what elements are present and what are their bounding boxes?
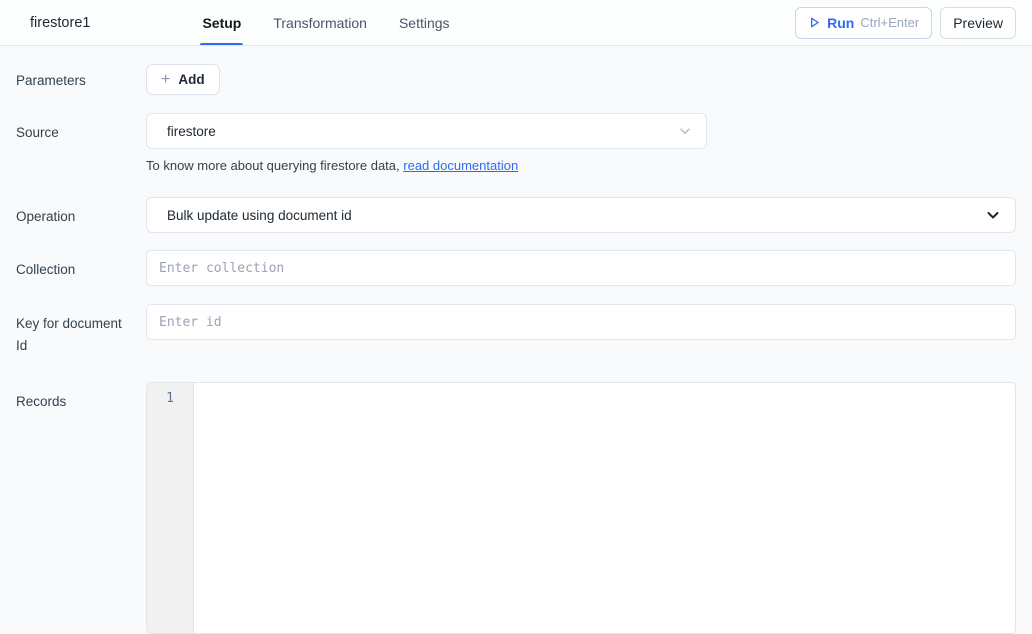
tab-transformation[interactable]: Transformation (271, 0, 369, 45)
key-for-document-id-row: Key for document Id (16, 304, 1016, 358)
code-input-area[interactable] (194, 383, 1015, 633)
plus-icon: + (161, 72, 170, 88)
collection-input[interactable] (146, 250, 1016, 286)
parameters-label: Parameters (16, 64, 146, 92)
run-button[interactable]: Run Ctrl+Enter (795, 7, 932, 39)
query-tabs: Setup Transformation Settings (200, 0, 451, 45)
operation-label: Operation (16, 197, 146, 228)
query-name[interactable]: firestore1 (30, 15, 90, 31)
tab-setup[interactable]: Setup (200, 0, 243, 45)
collection-label: Collection (16, 250, 146, 281)
play-icon (808, 16, 821, 29)
source-select-value: firestore (167, 124, 216, 139)
records-label: Records (16, 382, 146, 413)
line-number: 1 (147, 391, 193, 406)
run-shortcut-hint: Ctrl+Enter (860, 15, 919, 30)
operation-select[interactable]: Bulk update using document id (146, 197, 1016, 233)
tab-settings[interactable]: Settings (397, 0, 452, 45)
chevron-down-icon (678, 124, 692, 138)
query-setup-form: Parameters + Add Source firestore To kno… (0, 46, 1032, 634)
collection-row: Collection (16, 250, 1016, 286)
preview-button[interactable]: Preview (940, 7, 1016, 39)
chevron-down-icon (985, 207, 1001, 223)
line-number-gutter: 1 (147, 383, 194, 633)
records-code-editor[interactable]: 1 (146, 382, 1016, 634)
records-row: Records 1 (16, 382, 1016, 634)
read-documentation-link[interactable]: read documentation (403, 158, 518, 173)
source-select[interactable]: firestore (146, 113, 707, 149)
key-for-document-id-label: Key for document Id (16, 304, 146, 358)
query-header: firestore1 Setup Transformation Settings… (0, 0, 1032, 46)
document-id-key-input[interactable] (146, 304, 1016, 340)
add-parameter-label: Add (178, 72, 204, 87)
header-actions: Run Ctrl+Enter Preview (795, 7, 1016, 39)
add-parameter-button[interactable]: + Add (146, 64, 220, 95)
parameters-row: Parameters + Add (16, 64, 1016, 95)
source-help-text: To know more about querying firestore da… (146, 158, 1016, 173)
source-label: Source (16, 113, 146, 144)
operation-select-value: Bulk update using document id (167, 208, 352, 223)
operation-row: Operation Bulk update using document id (16, 197, 1016, 233)
run-button-label: Run (827, 15, 854, 31)
source-row: Source firestore To know more about quer… (16, 113, 1016, 173)
